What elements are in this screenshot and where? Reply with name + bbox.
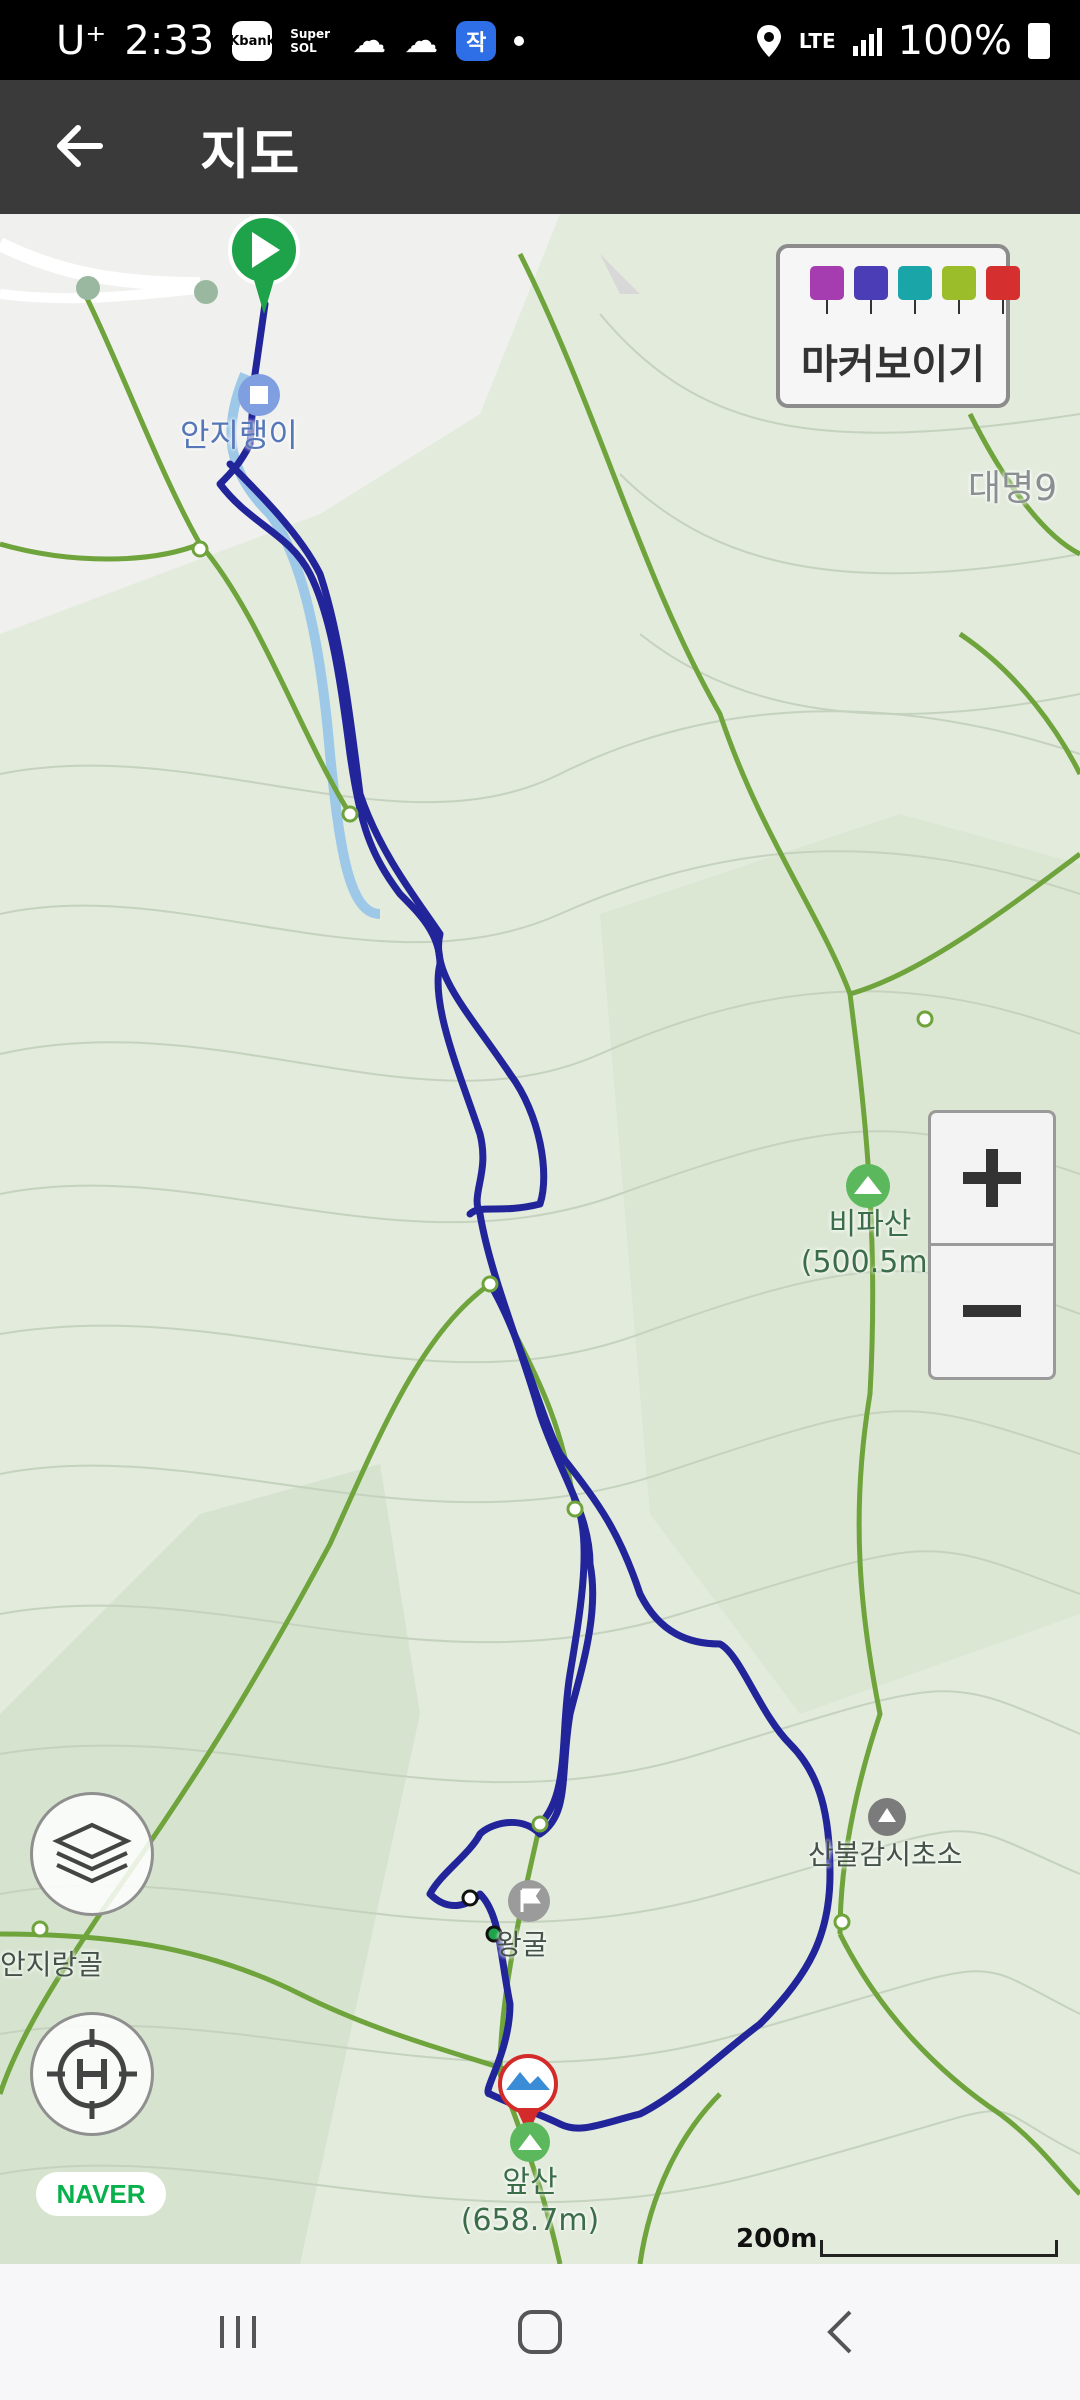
back-icon[interactable]: [812, 2302, 872, 2362]
app-bar: 지도: [0, 80, 1080, 214]
map-view[interactable]: 안지랭이 대명9 비파산 (500.5m) 산불감시초소 왕굴 안지랑골 앞산 …: [0, 214, 1080, 2264]
battery-percent: 100%: [897, 18, 1012, 64]
marker-pin-row: [810, 266, 1020, 314]
crosshair-home-icon: [47, 2029, 137, 2119]
cloud-icon: ☁: [404, 21, 439, 61]
waypoint-dot-icon: [461, 1889, 479, 1907]
minus-icon: [963, 1305, 1021, 1317]
mic-pin-icon: [898, 266, 932, 314]
battery-icon: [1028, 23, 1050, 59]
video-pin-icon: [854, 266, 888, 314]
mountain-peak-icon: [510, 2122, 550, 2162]
plus-icon: [963, 1149, 1021, 1207]
clock: 2:33: [124, 18, 215, 64]
place-label-anjiranggol: 안지랑골: [0, 1948, 104, 1981]
place-label-daemyeong: 대명9: [968, 468, 1058, 509]
signal-icon: [852, 28, 882, 56]
system-nav-bar: [0, 2264, 1080, 2400]
zoom-controls: [928, 1110, 1056, 1380]
cloud-icon: ☁: [352, 21, 387, 61]
start-marker-icon[interactable]: [222, 214, 306, 324]
flag-pin-icon: [986, 266, 1020, 314]
super-sol-icon: Super SOL: [290, 27, 331, 55]
kbank-icon: Kbank: [229, 21, 275, 61]
place-label-wanggul: 왕굴: [496, 1928, 548, 1961]
recent-apps-icon[interactable]: [208, 2302, 268, 2362]
scale-bar: 200m: [736, 2224, 1058, 2257]
peak-label-apsan: 앞산 (658.7m): [460, 2165, 600, 2238]
cave-flag-icon: [508, 1880, 550, 1922]
scale-label: 200m: [736, 2224, 818, 2254]
peak-label-bipasan: 비파산 (500.5m): [800, 1207, 940, 1280]
naver-logo: NAVER: [36, 2172, 166, 2216]
zoom-out-button[interactable]: [931, 1246, 1053, 1376]
place-label-anjirangi: 안지랭이: [180, 416, 298, 454]
zoom-in-button[interactable]: [931, 1113, 1053, 1246]
home-location-button[interactable]: [30, 2012, 154, 2136]
mountain-peak-icon: [846, 1164, 890, 1208]
carrier-label: U⁺: [56, 18, 107, 64]
facility-icon: [238, 374, 280, 416]
page-title: 지도: [200, 123, 300, 186]
camera-pin-icon: [810, 266, 844, 314]
layers-button[interactable]: [30, 1792, 154, 1916]
layers-icon: [52, 1822, 132, 1884]
back-arrow-icon[interactable]: [50, 116, 110, 176]
place-label-sanbul: 산불감시초소: [808, 1838, 963, 1871]
marker-toggle-button[interactable]: 마커보이기: [776, 244, 1020, 408]
status-bar: U⁺ 2:33 Kbank Super SOL ☁ ☁ 작 LTE 100%: [0, 0, 1080, 80]
location-icon: [756, 25, 781, 57]
marker-toggle-label: 마커보이기: [801, 342, 985, 388]
scale-bar-line: [820, 2240, 1058, 2257]
network-type: LTE: [798, 29, 836, 53]
lookout-icon: [868, 1798, 906, 1836]
jak-icon: 작: [456, 21, 497, 61]
home-icon[interactable]: [510, 2302, 570, 2362]
memo-pin-icon: [942, 266, 976, 314]
notification-dot-icon: [514, 36, 525, 46]
